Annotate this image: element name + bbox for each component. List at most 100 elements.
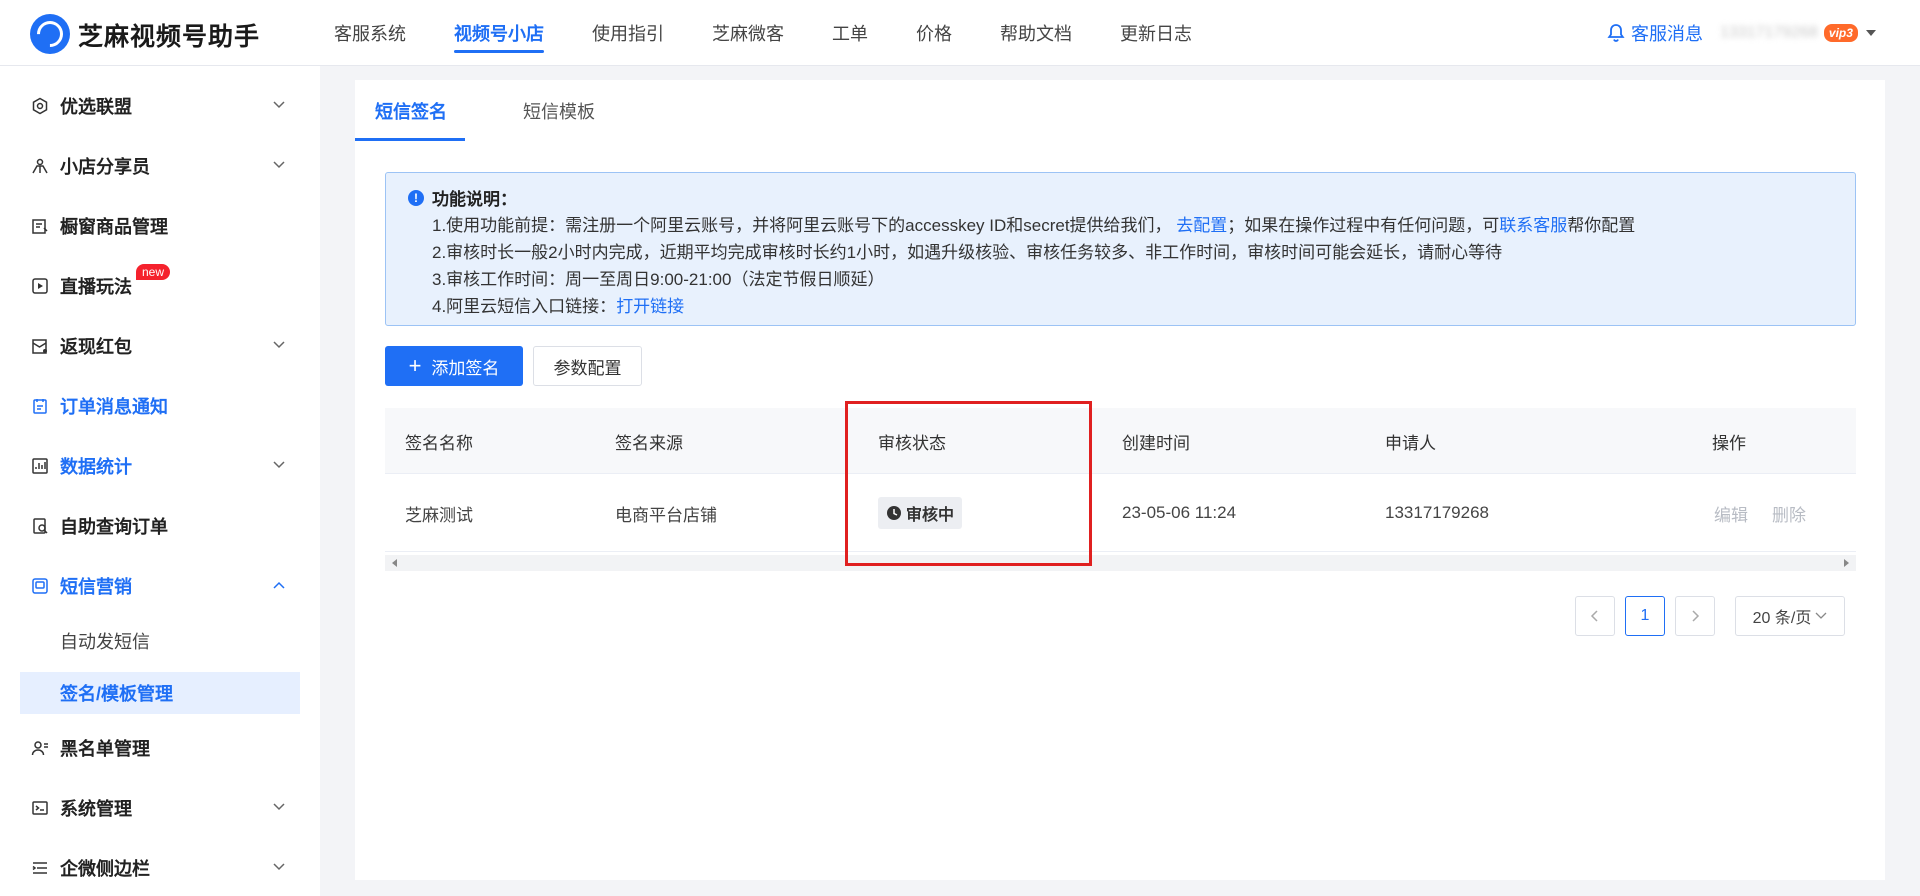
next-page-button[interactable] (1675, 596, 1715, 636)
info-line-4-text: 4.阿里云短信入口链接： (432, 297, 617, 316)
new-badge: new (136, 264, 171, 280)
plus-icon: + (408, 353, 422, 378)
prev-page-button[interactable] (1575, 596, 1615, 636)
col-header-applicant: 申请人 (1385, 433, 1436, 453)
sidebar-item-label: 直播玩法 (60, 277, 132, 297)
stats-icon (30, 456, 50, 476)
cell-applicant: 13317179268 (1385, 503, 1490, 522)
page-size-select[interactable]: 20 条/页 (1735, 596, 1845, 636)
sidebar-item-showcase[interactable]: 橱窗商品管理 (20, 204, 300, 248)
nav-guide[interactable]: 使用指引 (568, 0, 688, 66)
sidebar-item-blacklist[interactable]: 黑名单管理 (20, 726, 300, 770)
add-signature-label: 添加签名 (431, 358, 500, 378)
chevron-down-icon (273, 341, 285, 349)
contact-support-link[interactable]: 联系客服 (1499, 216, 1567, 235)
nav-changelog[interactable]: 更新日志 (1096, 0, 1216, 66)
sidebar-item-label: 优选联盟 (60, 97, 132, 117)
sms-icon (30, 576, 50, 596)
sidebar-item-label: 订单消息通知 (60, 397, 168, 417)
info-line-3: 3.审核工作时间：周一至周日9:00-21:00（法定节假日顺延） (432, 270, 885, 289)
chevron-down-icon (1815, 612, 1827, 619)
col-header-source: 签名来源 (615, 433, 683, 453)
go-config-link[interactable]: 去配置 (1176, 216, 1227, 235)
sidebar-item-sms-marketing[interactable]: 短信营销 (20, 564, 300, 608)
table-header: 签名名称 签名来源 审核状态 创建时间 申请人 操作 (385, 408, 1856, 474)
info-line-1-text-c: 帮你配置 (1567, 216, 1636, 235)
sidebar-subitem-auto-sms[interactable]: 自动发短信 (20, 620, 300, 662)
chevron-down-icon (273, 161, 285, 169)
col-header-name: 签名名称 (405, 433, 473, 453)
info-notice: ! 功能说明： 1.使用功能前提：需注册一个阿里云账号，并将阿里云账号下的acc… (385, 172, 1856, 326)
info-title-text: 功能说明： (432, 190, 517, 209)
col-header-created: 创建时间 (1122, 433, 1190, 453)
order-query-icon (30, 516, 50, 536)
table-row: 芝麻测试 电商平台店铺 审核中 23-05-06 11:24 133171792… (385, 474, 1856, 552)
nav-price[interactable]: 价格 (892, 0, 976, 66)
sidebar-item-stats[interactable]: 数据统计 (20, 444, 300, 488)
sidebar-item-label: 短信营销 (60, 577, 132, 597)
open-link[interactable]: 打开链接 (616, 297, 684, 316)
sidebar-item-label: 橱窗商品管理 (60, 217, 168, 237)
scroll-right-icon[interactable] (1844, 559, 1849, 567)
nav-customer-service[interactable]: 客服系统 (310, 0, 430, 66)
live-icon (30, 276, 50, 296)
sidebar-item-label: 企微侧边栏 (60, 859, 150, 879)
cell-source: 电商平台店铺 (615, 505, 717, 525)
tab-sms-template[interactable]: 短信模板 (523, 80, 595, 142)
user-menu[interactable]: 13317179268 vip3 (1720, 0, 1876, 66)
vip-badge: vip3 (1823, 24, 1858, 42)
cell-actions: 编辑 删除 (1714, 474, 1806, 552)
customer-message-link[interactable]: 客服消息 (1607, 0, 1703, 66)
nav-ticket[interactable]: 工单 (808, 0, 892, 66)
app-logo-icon[interactable] (30, 14, 70, 54)
chevron-left-icon (1590, 610, 1598, 622)
sidebar-item-live[interactable]: 直播玩法 new (20, 264, 300, 308)
highlight-box (845, 401, 1092, 566)
sidebar-item-label: 系统管理 (60, 799, 132, 819)
main-panel: 短信签名 短信模板 ! 功能说明： 1.使用功能前提：需注册一个阿里云账号，并将… (355, 80, 1885, 880)
active-tab-indicator (355, 138, 465, 141)
sidebar-item-system[interactable]: 系统管理 (20, 786, 300, 830)
page-size-value: 20 条/页 (1752, 610, 1812, 627)
cell-name: 芝麻测试 (405, 505, 473, 525)
bell-icon (1607, 24, 1625, 42)
delete-button[interactable]: 删除 (1772, 501, 1806, 526)
horizontal-scrollbar[interactable] (385, 555, 1856, 571)
add-signature-button[interactable]: + 添加签名 (385, 346, 523, 386)
sidebar-item-alliance[interactable]: 优选联盟 (20, 84, 300, 128)
sidebar-item-order-notice[interactable]: 订单消息通知 (20, 384, 300, 428)
sharer-icon (30, 156, 50, 176)
sidebar-subitem-sign-template[interactable]: 签名/模板管理 (20, 672, 300, 714)
sidebar-item-label: 自助查询订单 (60, 517, 168, 537)
tab-bar: 短信签名 短信模板 (355, 80, 1825, 142)
terminal-icon (30, 798, 50, 818)
param-config-button[interactable]: 参数配置 (533, 346, 642, 386)
chevron-down-icon (273, 101, 285, 109)
edit-button[interactable]: 编辑 (1714, 501, 1748, 526)
blacklist-icon (30, 738, 50, 758)
nav-video-shop[interactable]: 视频号小店 (430, 0, 568, 66)
top-nav: 客服系统 视频号小店 使用指引 芝麻微客 工单 价格 帮助文档 更新日志 (310, 0, 1216, 66)
cell-created: 23-05-06 11:24 (1122, 503, 1237, 522)
sidebar-item-order-query[interactable]: 自助查询订单 (20, 504, 300, 548)
app-title: 芝麻视频号助手 (78, 23, 261, 51)
sidebar: 优选联盟 小店分享员 橱窗商品管理 直播玩法 new 返现红包 订单消息通知 数… (0, 66, 320, 896)
tab-sms-signature[interactable]: 短信签名 (375, 80, 447, 142)
sidebar-item-label: 小店分享员 (60, 157, 150, 177)
sidebar-item-label: 黑名单管理 (60, 739, 150, 759)
chevron-down-icon (273, 863, 285, 871)
scroll-left-icon[interactable] (392, 559, 397, 567)
sidebar-item-label: 返现红包 (60, 337, 132, 357)
user-name: 13317179268 (1720, 24, 1818, 41)
sidebar-item-label: 数据统计 (60, 457, 132, 477)
nav-help-docs[interactable]: 帮助文档 (976, 0, 1096, 66)
info-title: ! 功能说明： (408, 185, 517, 210)
col-header-actions: 操作 (1712, 433, 1746, 453)
sidebar-item-red-envelope[interactable]: 返现红包 (20, 324, 300, 368)
sidebar-item-sharer[interactable]: 小店分享员 (20, 144, 300, 188)
page-1-button[interactable]: 1 (1625, 596, 1665, 636)
nav-zhima-weike[interactable]: 芝麻微客 (688, 0, 808, 66)
sidebar-item-wecom-sidebar[interactable]: 企微侧边栏 (20, 846, 300, 890)
chevron-up-icon (273, 581, 285, 589)
showcase-icon (30, 216, 50, 236)
